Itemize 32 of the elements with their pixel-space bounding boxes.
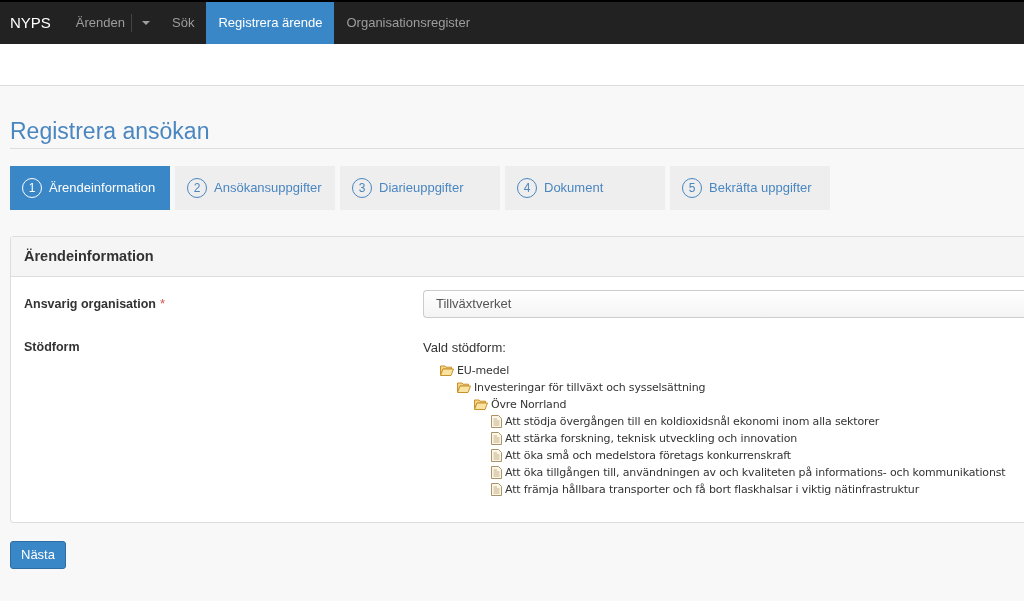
step-tab[interactable]: 3 Diarieuppgifter — [340, 166, 500, 210]
organisation-select[interactable]: Tillväxtverket — [423, 290, 1024, 318]
step-tab[interactable]: 5 Bekräfta uppgifter — [670, 166, 830, 210]
step-tab[interactable]: 2 Ansökansuppgifter — [175, 166, 335, 210]
tree-node-label: Att öka tillgången till, användningen av och kvaliteten på informations- och kommunikationst — [505, 465, 1006, 480]
document-icon — [491, 466, 502, 479]
tree-node-label: Att främja hållbara transporter och få bort flaskhalsar i viktig nätinfrastruktur — [505, 482, 920, 497]
next-button[interactable]: Nästa — [10, 541, 66, 569]
document-icon — [491, 415, 502, 428]
field-label: Ansvarig organisation — [24, 296, 156, 313]
nav-link[interactable]: Organisationsregister — [334, 2, 483, 44]
tree-node-label: Att öka små och medelstora företags konkurrenskraft — [505, 448, 791, 463]
page-title: Registrera ansökan — [10, 117, 210, 146]
nav-link[interactable]: Sök — [160, 2, 207, 44]
tree-node-label: Att stärka forskning, teknisk utveckling och innovation — [505, 431, 798, 446]
caret-icon — [142, 21, 150, 25]
required-mark: * — [160, 295, 166, 313]
tree-node-label: Investeringar för tillväxt och sysselsättning — [474, 380, 706, 395]
tree-node-label: Övre Norrland — [491, 397, 567, 412]
field-label: Stödform — [24, 339, 80, 356]
tree-node-label: EU-medel — [457, 363, 510, 378]
step-tab[interactable]: 1 Ärendeinformation — [10, 166, 170, 210]
nav-link[interactable]: Ärenden — [63, 2, 131, 44]
tree-caption: Vald stödform: — [423, 339, 506, 356]
nav-link[interactable]: Registrera ärende — [206, 2, 335, 44]
document-icon — [491, 483, 502, 496]
brand-logo[interactable]: NYPS — [0, 2, 64, 44]
document-icon — [491, 432, 502, 445]
document-icon — [491, 449, 502, 462]
tree-node-label: Att stödja övergången till en koldioxidsnål ekonomi inom alla sektorer — [505, 414, 880, 429]
panel-title: Ärendeinformation — [24, 246, 154, 266]
step-tab[interactable]: 4 Dokument — [505, 166, 665, 210]
